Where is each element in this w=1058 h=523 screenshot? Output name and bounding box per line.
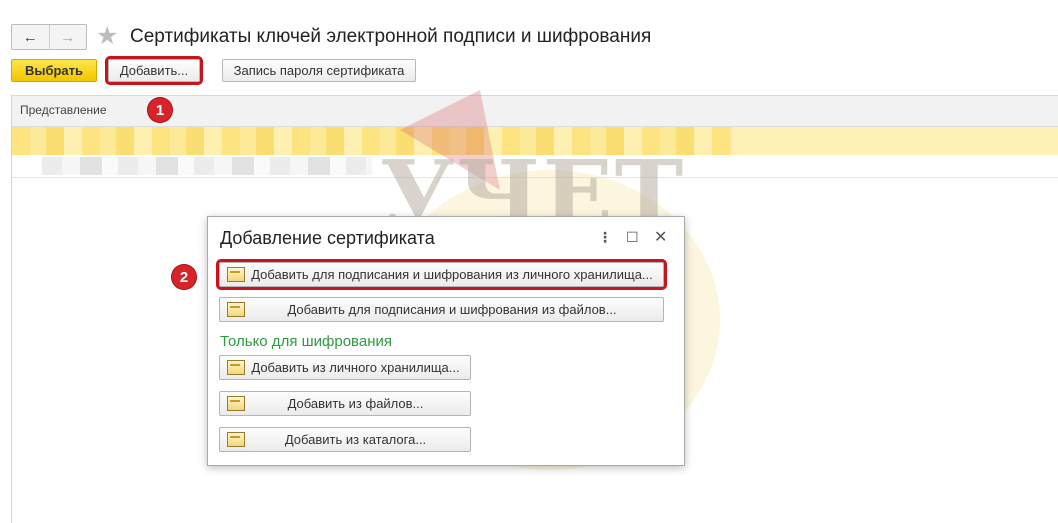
certificate-icon: [227, 302, 245, 317]
button-label: Добавить из каталога...: [284, 432, 427, 447]
certificate-icon: [227, 267, 245, 282]
maximize-icon[interactable]: ☐: [626, 229, 639, 246]
button-label: Добавить для подписания и шифрования из …: [251, 267, 653, 282]
encryption-only-heading: Только для шифрования: [220, 333, 392, 350]
save-certificate-password-button[interactable]: Запись пароля сертификата: [222, 59, 416, 82]
button-label: Добавить из файлов...: [287, 396, 424, 411]
certificate-icon: [227, 432, 245, 447]
step-badge-1: 1: [148, 98, 172, 122]
navigation-buttons: ← →: [11, 24, 87, 50]
blurred-row-content: [42, 157, 372, 175]
page-title: Сертификаты ключей электронной подписи и…: [130, 26, 652, 47]
forward-icon[interactable]: →: [48, 25, 87, 49]
button-label: Добавить для подписания и шифрования из …: [287, 302, 617, 317]
add-from-catalog-button[interactable]: Добавить из каталога...: [219, 427, 471, 452]
choose-button[interactable]: Выбрать: [11, 59, 97, 82]
certificate-icon: [227, 396, 245, 411]
close-icon[interactable]: ✕: [654, 227, 667, 247]
add-from-files-button[interactable]: Добавить из файлов...: [219, 391, 471, 416]
dialog-title: Добавление сертификата: [220, 228, 435, 248]
add-certificate-dialog: Добавление сертификата ⋮ ☐ ✕ Добавить дл…: [207, 216, 685, 466]
add-sign-encrypt-from-personal-store-button[interactable]: Добавить для подписания и шифрования из …: [216, 259, 667, 290]
button-label: Добавить из личного хранилища...: [251, 360, 460, 375]
certificate-icon: [227, 360, 245, 375]
step-badge-2: 2: [172, 265, 196, 289]
add-sign-encrypt-from-files-button[interactable]: Добавить для подписания и шифрования из …: [219, 297, 664, 322]
favorite-star-icon[interactable]: ★: [96, 22, 118, 50]
add-from-personal-store-button[interactable]: Добавить из личного хранилища...: [219, 355, 471, 380]
back-icon[interactable]: ←: [12, 25, 49, 49]
add-button[interactable]: Добавить...: [105, 56, 203, 85]
more-options-icon[interactable]: ⋮: [598, 229, 612, 246]
